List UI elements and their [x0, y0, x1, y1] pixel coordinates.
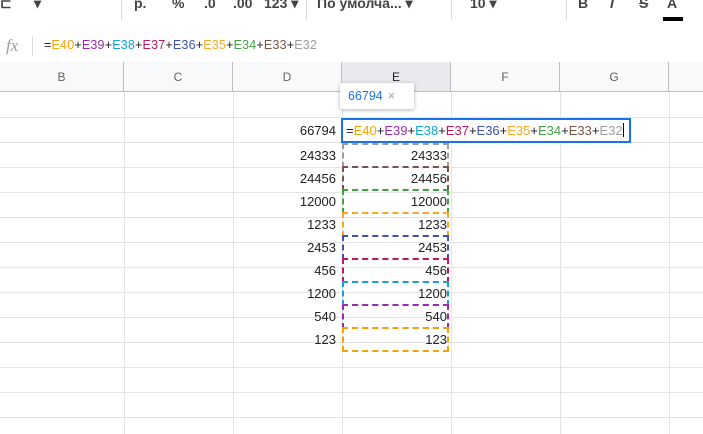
- column-header-f[interactable]: F: [451, 62, 560, 92]
- formula-result-tooltip: 66794 ×: [340, 83, 414, 109]
- font-size-dropdown[interactable]: 10 ▾: [470, 0, 497, 12]
- bold-button[interactable]: B: [578, 0, 588, 11]
- reference-range-box: [342, 235, 449, 260]
- font-family-dropdown[interactable]: По умолча... ▾: [317, 0, 413, 12]
- text-caret: [622, 123, 624, 137]
- cell-d-value[interactable]: 12000: [233, 194, 336, 209]
- formula-token: E40: [353, 123, 377, 138]
- formula-token: +: [438, 123, 446, 138]
- formula-token: E37: [445, 123, 469, 138]
- formula-token: +: [468, 123, 477, 138]
- increase-decimal-button[interactable]: .00: [233, 0, 252, 11]
- reference-range-box: [342, 281, 449, 306]
- formula-token: +: [530, 123, 538, 138]
- strikethrough-button[interactable]: S: [639, 0, 648, 11]
- grid-row-line: [0, 392, 703, 393]
- formula-token: =: [44, 38, 52, 52]
- cell-d-value[interactable]: 1200: [233, 286, 336, 301]
- reference-range-box: [342, 143, 449, 168]
- column-label: C: [173, 69, 183, 84]
- text-color-button[interactable]: A: [667, 0, 677, 11]
- formula-bar-divider: [32, 36, 33, 56]
- formula-token: +: [561, 123, 569, 138]
- formula-token: E40: [51, 38, 75, 52]
- formula-token: +: [74, 38, 82, 52]
- reference-range-box: [342, 258, 449, 283]
- formula-token: E35: [203, 38, 227, 52]
- formula-bar: fx =E40+E39+E38+E37+E36+E35+E34+E33+E32: [0, 30, 703, 63]
- formula-token: E37: [142, 38, 166, 52]
- formula-token: E39: [81, 38, 105, 52]
- formula-result-value: 66794: [348, 89, 383, 103]
- formula-token: +: [226, 38, 234, 52]
- grid-row-line: [0, 367, 703, 368]
- formula-token: +: [407, 123, 416, 138]
- column-header-h[interactable]: [669, 62, 703, 92]
- formula-token: +: [165, 38, 173, 52]
- reference-range-box: [342, 327, 449, 352]
- column-header-g[interactable]: G: [560, 62, 669, 92]
- grid-column-line: [669, 92, 670, 434]
- decrease-decimal-button[interactable]: .0: [204, 0, 216, 11]
- cell-d-value[interactable]: 456: [233, 263, 336, 278]
- cell-d-value[interactable]: 1233: [233, 217, 336, 232]
- cell-editor-formula: =E40+E39+E38+E37+E36+E35+E34+E33+E32: [346, 123, 623, 138]
- toolbar-fragment: ⊏: [0, 0, 12, 11]
- cell-d-value[interactable]: 24333: [233, 148, 336, 163]
- toolbar-divider: [306, 0, 307, 20]
- formula-token: E32: [599, 123, 623, 138]
- formula-token: E36: [172, 38, 196, 52]
- toolbar-divider: [121, 0, 122, 20]
- fx-icon: fx: [6, 36, 19, 55]
- formula-token: E32: [294, 38, 318, 52]
- text-color-indicator: [663, 17, 683, 21]
- close-tooltip-button[interactable]: ×: [388, 89, 395, 103]
- formula-token: =: [346, 123, 354, 138]
- grid-column-line: [124, 92, 125, 434]
- grid-column-line: [451, 92, 452, 434]
- grid-row-line: [0, 417, 703, 418]
- reference-range-box: [342, 189, 449, 214]
- column-header-d[interactable]: D: [233, 62, 342, 92]
- grid-column-line: [560, 92, 561, 434]
- toolbar-divider: [451, 0, 452, 20]
- formula-token: E35: [507, 123, 531, 138]
- formula-token: E38: [415, 123, 439, 138]
- column-header-c[interactable]: C: [124, 62, 233, 92]
- column-label: D: [282, 69, 292, 84]
- cell-d-total[interactable]: 66794: [233, 123, 336, 138]
- column-label: B: [57, 69, 66, 84]
- cell-d-value[interactable]: 540: [233, 309, 336, 324]
- zoom-dropdown[interactable]: ▾: [34, 0, 41, 12]
- formula-token: +: [256, 38, 264, 52]
- cell-d-value[interactable]: 123: [233, 332, 336, 347]
- formula-token: E34: [538, 123, 562, 138]
- currency-format-button[interactable]: р.: [134, 0, 146, 11]
- formula-input[interactable]: =E40+E39+E38+E37+E36+E35+E34+E33+E32: [44, 38, 317, 52]
- column-label: G: [609, 69, 619, 84]
- percent-format-button[interactable]: %: [172, 0, 184, 11]
- formula-token: E38: [112, 38, 136, 52]
- column-label: F: [501, 69, 509, 84]
- formula-token: +: [135, 38, 143, 52]
- reference-range-box: [342, 166, 449, 191]
- toolbar-divider: [566, 0, 567, 20]
- formula-token: E36: [476, 123, 500, 138]
- formula-token: E39: [384, 123, 408, 138]
- cell-editor[interactable]: =E40+E39+E38+E37+E36+E35+E34+E33+E32: [341, 118, 631, 143]
- formula-token: E33: [263, 38, 287, 52]
- more-formats-dropdown[interactable]: 123 ▾: [264, 0, 298, 12]
- toolbar: ⊏ ▾ р. % .0 .00 123 ▾ По умолча... ▾ 10 …: [0, 0, 703, 31]
- formula-token: E33: [568, 123, 592, 138]
- column-header-b[interactable]: B: [0, 62, 124, 92]
- cell-d-value[interactable]: 2453: [233, 240, 336, 255]
- formula-token: E34: [233, 38, 257, 52]
- column-label: E: [391, 69, 400, 84]
- reference-range-box: [342, 304, 449, 329]
- reference-range-box: [342, 212, 449, 237]
- italic-button[interactable]: I: [610, 0, 614, 11]
- cell-d-value[interactable]: 24456: [233, 171, 336, 186]
